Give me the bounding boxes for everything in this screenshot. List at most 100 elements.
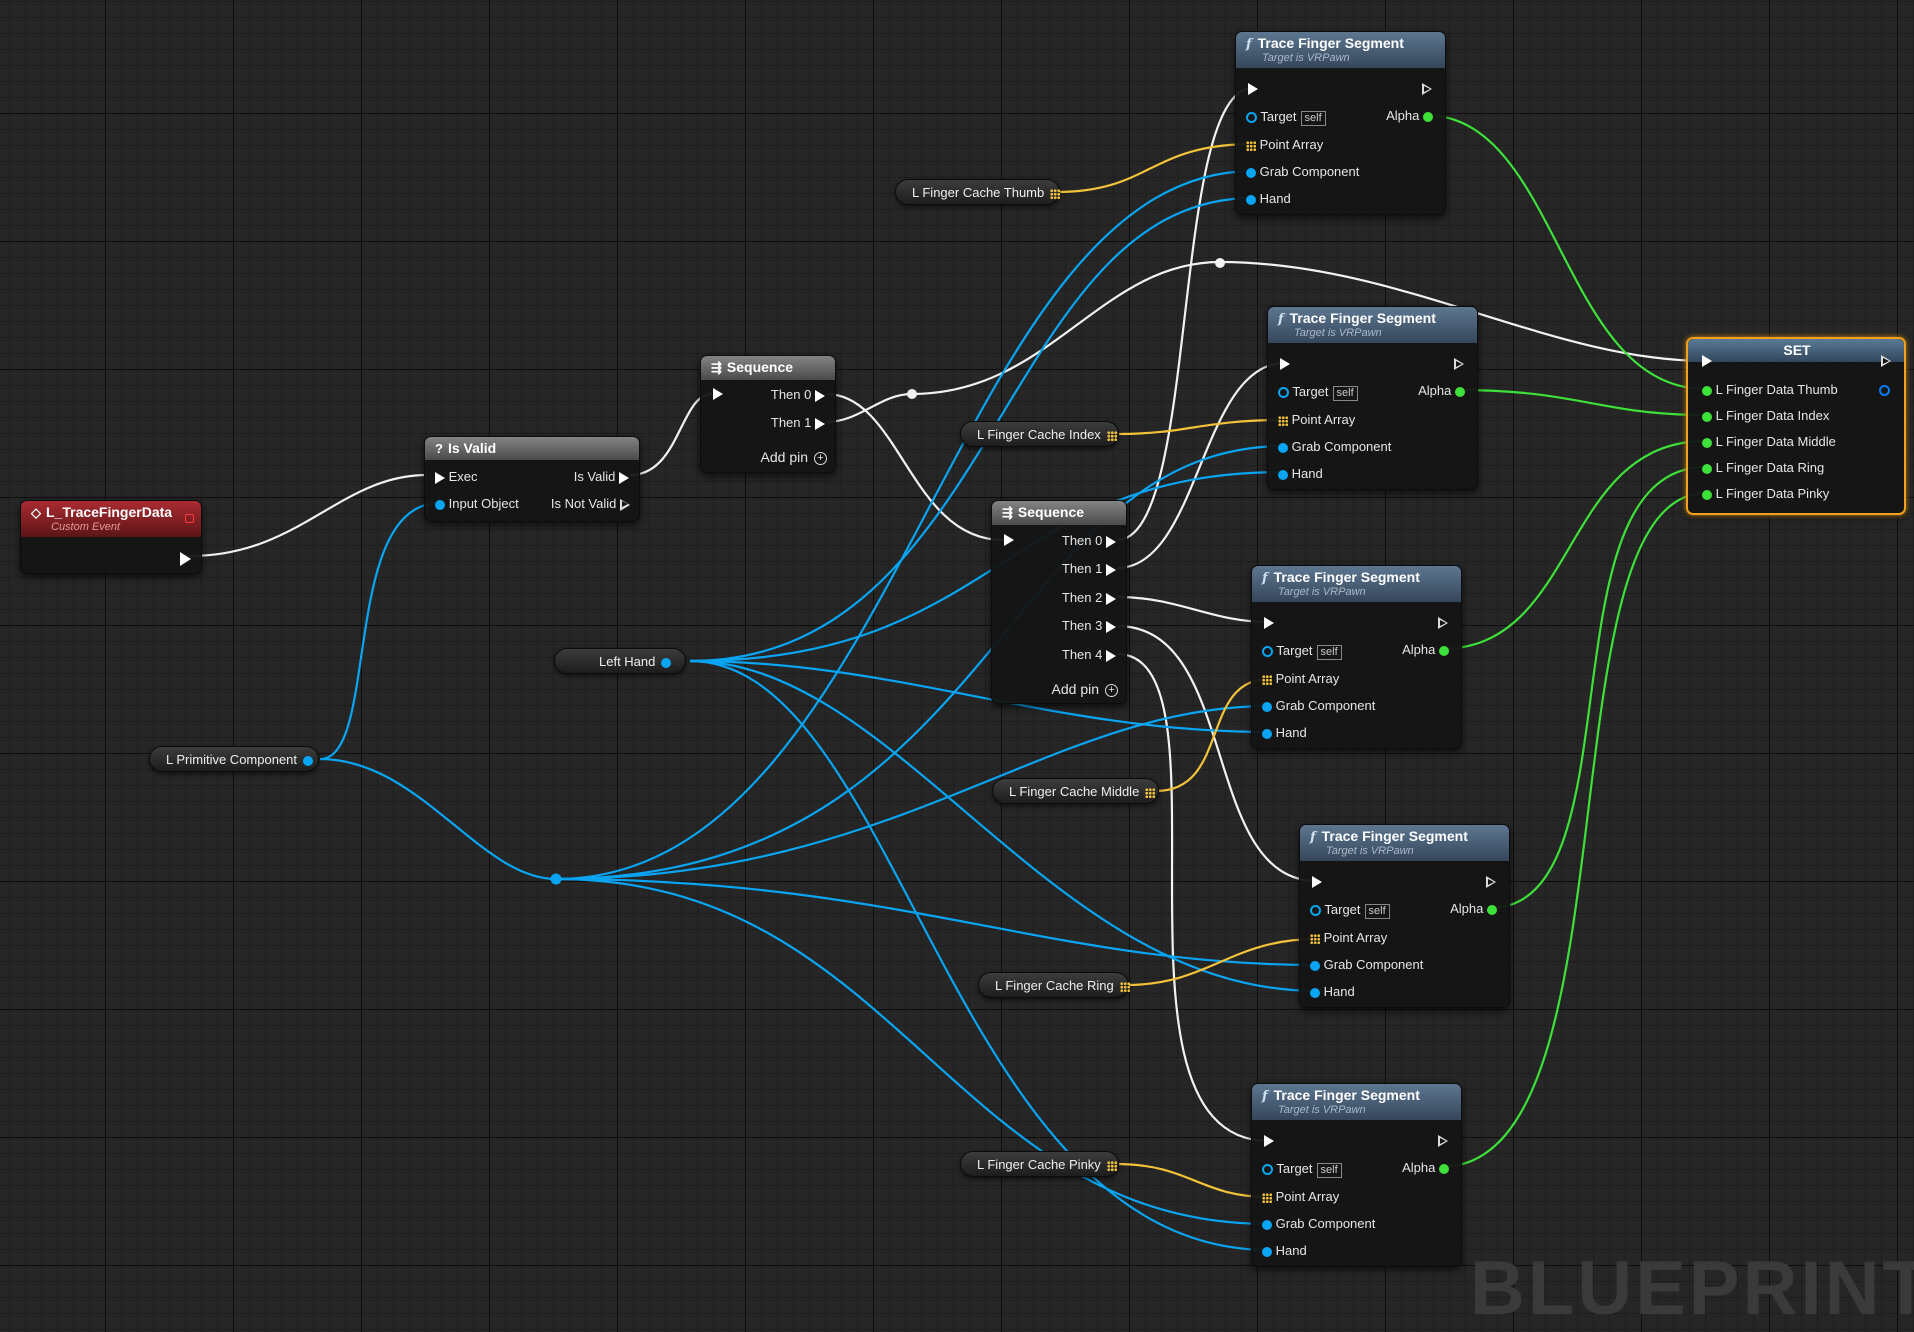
is-valid-row[interactable]: Is Valid — [574, 469, 629, 485]
var-thumb-array-pin[interactable] — [1050, 188, 1061, 199]
trace-1-hand-row[interactable]: Hand — [1246, 191, 1291, 207]
sequence-1-then0-row[interactable]: Then 0 — [771, 387, 825, 403]
trace-1-point-array-row[interactable]: Point Array — [1246, 137, 1323, 153]
sequence-2-exec-in-pin[interactable] — [1004, 534, 1014, 546]
is-valid-node[interactable]: ? Is Valid Exec Input Object Is Valid Is … — [424, 436, 640, 522]
trace-3-target-pin[interactable] — [1262, 646, 1273, 658]
sequence-2-add-pin-button[interactable]: Add pin + — [1052, 681, 1118, 697]
trace-1-exec-out-pin[interactable] — [1422, 83, 1432, 95]
trace-2-exec-in-pin[interactable] — [1280, 358, 1290, 370]
trace-5-alpha-row[interactable]: Alpha — [1402, 1160, 1449, 1176]
set-middle-row[interactable]: L Finger Data Middle — [1702, 434, 1836, 450]
trace-5-grab-component-pin[interactable] — [1262, 1219, 1272, 1230]
trace-finger-segment-node-3[interactable]: f Trace Finger Segment Target is VRPawn T… — [1251, 565, 1462, 749]
trace-5-point-array-pin[interactable] — [1262, 1192, 1272, 1203]
trace-3-grab-component-pin[interactable] — [1262, 701, 1272, 712]
trace-2-hand-pin[interactable] — [1278, 469, 1288, 480]
trace-4-alpha-pin[interactable] — [1487, 904, 1497, 915]
trace-1-target-row[interactable]: Target self — [1246, 109, 1326, 126]
trace-4-exec-out-pin[interactable] — [1486, 876, 1496, 888]
set-variables-node[interactable]: SET L Finger Data Thumb L Finger Data In… — [1686, 337, 1906, 515]
trace-finger-segment-node-2[interactable]: f Trace Finger Segment Target is VRPawn T… — [1267, 306, 1478, 490]
trace-2-point-array-pin[interactable] — [1278, 415, 1288, 426]
sequence-1-add-pin-button[interactable]: Add pin + — [761, 449, 827, 465]
set-middle-pin[interactable] — [1702, 437, 1712, 448]
sequence-1-then0-pin[interactable] — [815, 389, 825, 402]
trace-1-hand-pin[interactable] — [1246, 194, 1256, 205]
is-not-valid-exec-pin[interactable] — [620, 498, 630, 511]
trace-1-point-array-pin[interactable] — [1246, 140, 1256, 151]
sequence-2-then2-pin[interactable] — [1106, 592, 1116, 605]
trace-5-alpha-pin[interactable] — [1439, 1163, 1449, 1174]
trace-finger-segment-node-4[interactable]: f Trace Finger Segment Target is VRPawn T… — [1299, 824, 1510, 1008]
sequence-2-then2-row[interactable]: Then 2 — [1062, 590, 1116, 606]
trace-finger-segment-node-1[interactable]: f Trace Finger Segment Target is VRPawn T… — [1235, 31, 1446, 215]
var-index-array-pin[interactable] — [1106, 430, 1117, 441]
sequence-2-then4-row[interactable]: Then 4 — [1062, 647, 1116, 663]
exec-in-row[interactable]: Exec — [435, 469, 478, 485]
trace-2-hand-row[interactable]: Hand — [1278, 466, 1323, 482]
trace-5-grab-component-row[interactable]: Grab Component — [1262, 1216, 1375, 1232]
trace-5-point-array-row[interactable]: Point Array — [1262, 1189, 1339, 1205]
trace-3-alpha-row[interactable]: Alpha — [1402, 642, 1449, 658]
trace-2-point-array-row[interactable]: Point Array — [1278, 412, 1355, 428]
trace-2-exec-out-pin[interactable] — [1454, 358, 1464, 370]
is-valid-exec-pin[interactable] — [619, 471, 629, 484]
custom-event-node[interactable]: ◇ L_TraceFingerData Custom Event — [20, 500, 202, 574]
var-left-hand[interactable]: Left Hand — [554, 648, 686, 674]
sequence-2-then1-row[interactable]: Then 1 — [1062, 561, 1116, 577]
trace-3-exec-in-pin[interactable] — [1264, 617, 1274, 629]
var-middle-array-pin[interactable] — [1145, 787, 1156, 798]
set-exec-out-pin[interactable] — [1881, 355, 1891, 367]
set-index-row[interactable]: L Finger Data Index — [1702, 408, 1829, 424]
trace-3-alpha-pin[interactable] — [1439, 645, 1449, 656]
sequence-1-exec-in-pin[interactable] — [713, 388, 723, 400]
trace-4-point-array-pin[interactable] — [1310, 933, 1320, 944]
trace-2-alpha-pin[interactable] — [1455, 386, 1465, 397]
sequence-2-then1-pin[interactable] — [1106, 563, 1116, 576]
sequence-1-then1-pin[interactable] — [815, 417, 825, 430]
sequence-2-then0-row[interactable]: Then 0 — [1062, 533, 1116, 549]
trace-2-target-row[interactable]: Target self — [1278, 384, 1358, 401]
set-pinky-row[interactable]: L Finger Data Pinky — [1702, 486, 1829, 502]
trace-3-hand-pin[interactable] — [1262, 728, 1272, 739]
sequence-node-2[interactable]: ⇶ Sequence Then 0 Then 1 Then 2 Then 3 Th… — [991, 500, 1127, 704]
set-thumb-row[interactable]: L Finger Data Thumb — [1702, 382, 1838, 398]
delegate-pin-icon[interactable] — [185, 514, 194, 523]
var-finger-cache-ring[interactable]: L Finger Cache Ring — [978, 972, 1130, 998]
var-finger-cache-pinky[interactable]: L Finger Cache Pinky — [960, 1151, 1119, 1177]
exec-in-pin[interactable] — [435, 471, 445, 484]
var-finger-cache-thumb[interactable]: L Finger Cache Thumb — [895, 179, 1061, 205]
var-left-hand-pin[interactable] — [661, 657, 672, 668]
trace-2-alpha-row[interactable]: Alpha — [1418, 383, 1465, 399]
trace-2-target-pin[interactable] — [1278, 387, 1289, 399]
var-primitive-pin[interactable] — [303, 755, 314, 766]
trace-4-hand-pin[interactable] — [1310, 987, 1320, 998]
trace-2-grab-component-pin[interactable] — [1278, 442, 1288, 453]
var-finger-cache-middle[interactable]: L Finger Cache Middle — [992, 778, 1159, 804]
set-exec-in-pin[interactable] — [1702, 355, 1712, 367]
trace-1-alpha-pin[interactable] — [1423, 111, 1433, 122]
var-finger-cache-index[interactable]: L Finger Cache Index — [960, 421, 1119, 447]
var-pinky-array-pin[interactable] — [1106, 1160, 1117, 1171]
trace-5-hand-row[interactable]: Hand — [1262, 1243, 1307, 1259]
trace-3-point-array-pin[interactable] — [1262, 674, 1272, 685]
sequence-1-then1-row[interactable]: Then 1 — [771, 415, 825, 431]
trace-5-target-row[interactable]: Target self — [1262, 1161, 1342, 1178]
trace-3-point-array-row[interactable]: Point Array — [1262, 671, 1339, 687]
set-ring-row[interactable]: L Finger Data Ring — [1702, 460, 1824, 476]
set-pinky-pin[interactable] — [1702, 489, 1712, 500]
trace-1-exec-in-pin[interactable] — [1248, 83, 1258, 95]
var-ring-array-pin[interactable] — [1119, 981, 1130, 992]
input-object-pin[interactable] — [435, 499, 445, 510]
trace-3-target-row[interactable]: Target self — [1262, 643, 1342, 660]
trace-5-target-pin[interactable] — [1262, 1164, 1273, 1176]
trace-3-hand-row[interactable]: Hand — [1262, 725, 1307, 741]
input-object-row[interactable]: Input Object — [435, 496, 519, 512]
set-thumb-pin[interactable] — [1702, 385, 1712, 396]
sequence-2-then3-pin[interactable] — [1106, 620, 1116, 633]
trace-5-hand-pin[interactable] — [1262, 1246, 1272, 1257]
trace-4-alpha-row[interactable]: Alpha — [1450, 901, 1497, 917]
trace-4-grab-component-pin[interactable] — [1310, 960, 1320, 971]
var-primitive-component[interactable]: L Primitive Component — [149, 746, 319, 772]
